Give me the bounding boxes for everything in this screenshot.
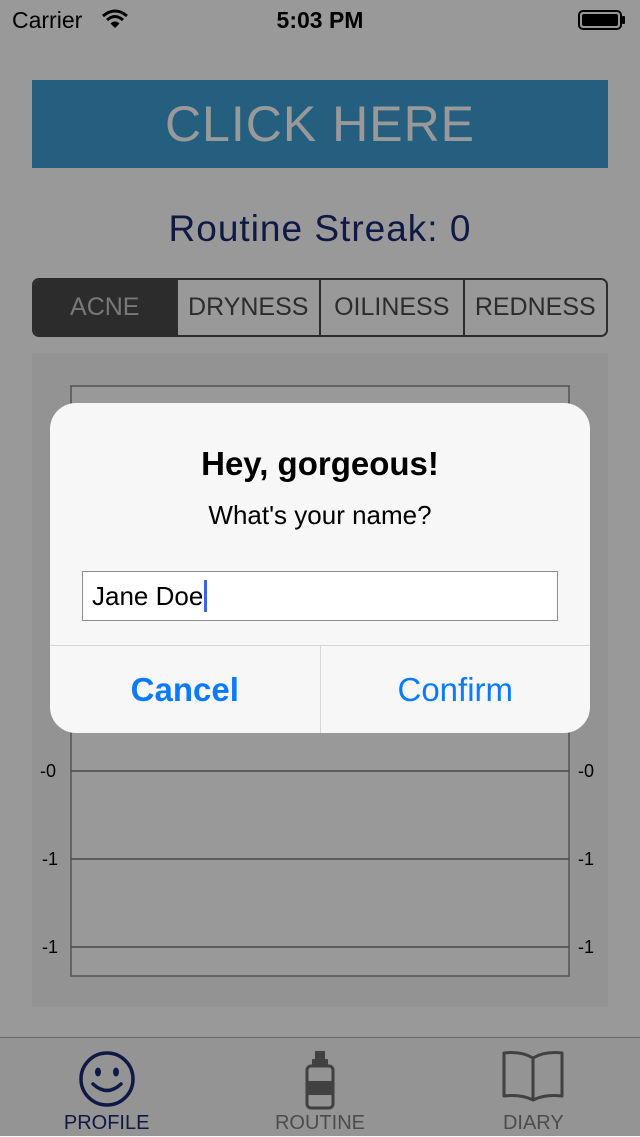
confirm-button[interactable]: Confirm (321, 646, 591, 733)
name-input-value: Jane Doe (92, 580, 204, 611)
name-input[interactable]: Jane Doe (82, 571, 558, 621)
dialog-title: Hey, gorgeous! (201, 445, 439, 482)
cancel-button[interactable]: Cancel (50, 646, 321, 733)
dialog-buttons: Cancel Confirm (50, 645, 590, 733)
text-cursor (204, 580, 208, 612)
name-prompt-dialog: Hey, gorgeous! What's your name? Jane Do… (50, 403, 590, 733)
dialog-message: What's your name? (208, 500, 432, 530)
